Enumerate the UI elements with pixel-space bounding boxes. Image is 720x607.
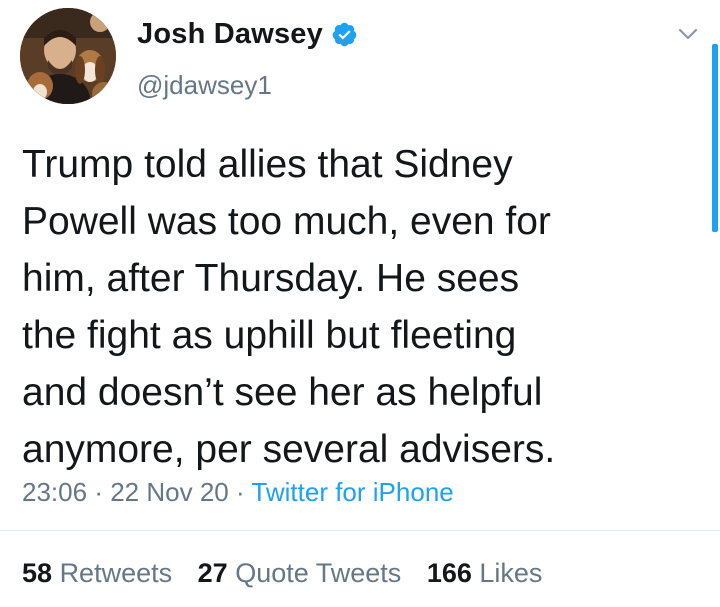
- tweet-card: Josh Dawsey @jdawsey1 Trump told allies …: [0, 0, 720, 607]
- divider: [0, 530, 720, 531]
- scrollbar-thumb[interactable]: [712, 44, 718, 232]
- chevron-down-icon[interactable]: [676, 24, 700, 44]
- display-name[interactable]: Josh Dawsey: [137, 18, 323, 51]
- tweet-text-line: him, after Thursday. He sees: [22, 257, 520, 300]
- meta-separator: ·: [235, 477, 245, 507]
- verified-badge-icon: [331, 21, 358, 48]
- tweet-text-line: the fight as uphill but fleeting: [22, 314, 517, 357]
- likes-stat[interactable]: 166 Likes: [427, 558, 543, 588]
- author-name-row[interactable]: Josh Dawsey: [137, 18, 358, 51]
- quote-tweets-count: 27: [197, 558, 228, 588]
- retweets-label: Retweets: [59, 558, 173, 588]
- tweet-text-line: anymore, per several advisers.: [22, 428, 556, 471]
- tweet-date[interactable]: 22 Nov 20: [110, 477, 229, 507]
- tweet-meta: 23:06 · 22 Nov 20 · Twitter for iPhone: [22, 477, 454, 508]
- retweets-count: 58: [22, 558, 53, 588]
- tweet-text: Trump told allies that Sidney Powell was…: [22, 136, 682, 478]
- tweet-text-line: and doesn’t see her as helpful: [22, 371, 543, 414]
- engagement-stats: 58 Retweets 27 Quote Tweets 166 Likes: [22, 558, 560, 589]
- quote-tweets-stat[interactable]: 27 Quote Tweets: [198, 558, 409, 588]
- tweet-text-line: Powell was too much, even for: [22, 200, 551, 243]
- likes-label: Likes: [479, 558, 543, 588]
- likes-count: 166: [426, 558, 472, 588]
- user-handle[interactable]: @jdawsey1: [137, 70, 272, 101]
- tweet-source-link[interactable]: Twitter for iPhone: [251, 477, 453, 507]
- retweets-stat[interactable]: 58 Retweets: [22, 558, 180, 588]
- meta-separator: ·: [94, 477, 103, 507]
- tweet-text-line: Trump told allies that Sidney: [22, 143, 513, 186]
- tweet-time[interactable]: 23:06: [22, 477, 87, 507]
- quote-tweets-label: Quote Tweets: [235, 558, 402, 588]
- avatar[interactable]: [20, 8, 116, 104]
